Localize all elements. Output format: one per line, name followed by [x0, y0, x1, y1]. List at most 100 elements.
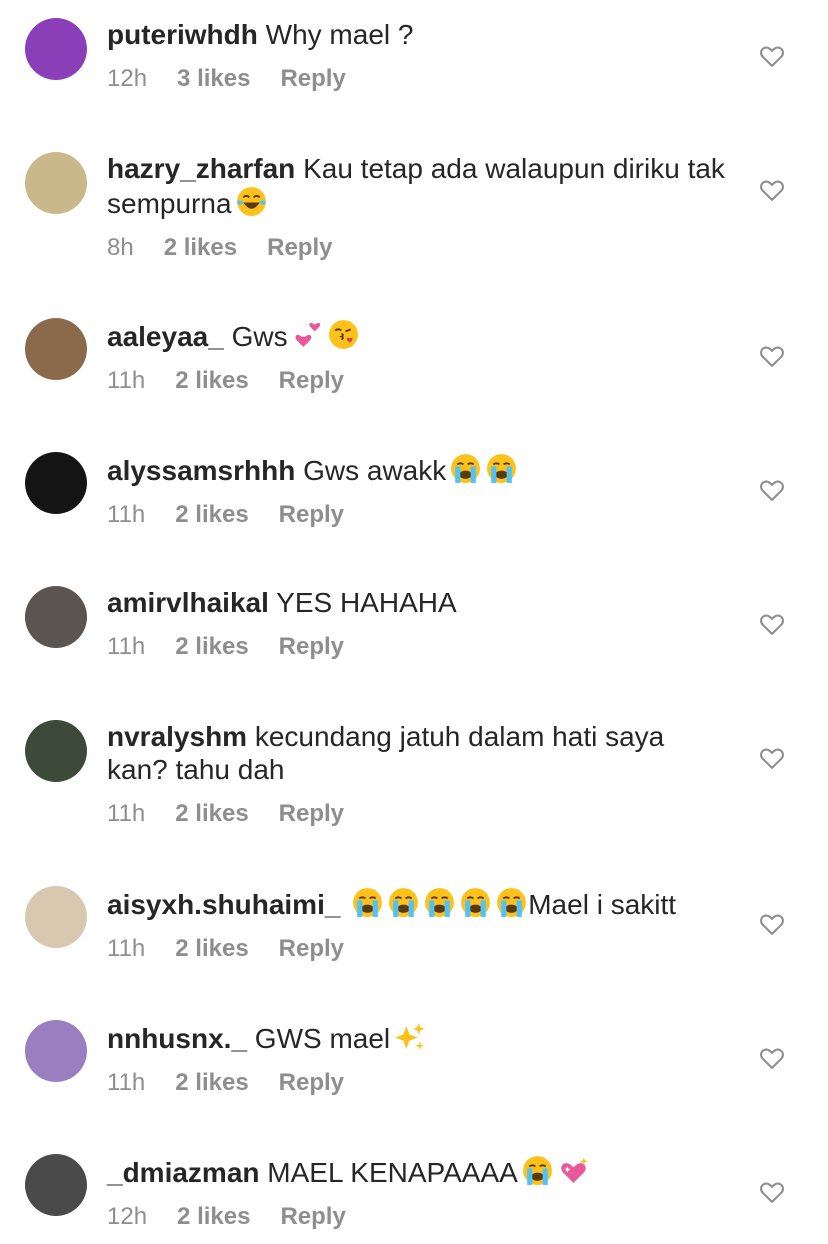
- comment-meta: 11h 2 likes Reply: [107, 800, 727, 828]
- avatar[interactable]: [25, 152, 87, 214]
- comment-username[interactable]: amirvlhaikal: [107, 587, 269, 618]
- comment-text: YES HAHAHA: [276, 587, 457, 618]
- comment-meta: 12h 3 likes Reply: [107, 65, 727, 93]
- comment-meta: 11h 2 likes Reply: [107, 633, 727, 661]
- reply-button[interactable]: Reply: [280, 65, 345, 93]
- comment-text: Why mael ?: [265, 19, 414, 50]
- crying-emoji: [451, 454, 481, 483]
- comment-text: Mael i sakitt: [528, 889, 677, 920]
- comment-text-line: nvralyshm kecundang jatuh dalam hati say…: [107, 720, 727, 786]
- comment-body: _dmiazman MAEL KENAPAAAA 12h 2 likes Reply: [107, 1154, 727, 1231]
- comment-likes-link[interactable]: 2 likes: [175, 800, 248, 828]
- crying-emoji: [425, 888, 455, 917]
- comment-text-line: puteriwhdh Why mael ?: [107, 18, 727, 51]
- comment-text: MAEL KENAPAAAA: [267, 1157, 518, 1188]
- comment-username[interactable]: aaleyaa_: [107, 321, 224, 352]
- comment-text: Gws awakk: [303, 455, 447, 486]
- reply-button[interactable]: Reply: [267, 234, 332, 262]
- avatar[interactable]: [25, 586, 87, 648]
- reply-button[interactable]: Reply: [279, 800, 344, 828]
- comment-username[interactable]: puteriwhdh: [107, 19, 258, 50]
- comment-likes-link[interactable]: 2 likes: [175, 367, 248, 395]
- comment-likes-link[interactable]: 2 likes: [175, 501, 248, 529]
- sparkling-heart-emoji: [561, 1157, 588, 1183]
- crying-emoji: [353, 888, 383, 917]
- comment-likes-link[interactable]: 2 likes: [175, 1069, 248, 1097]
- crying-emoji: [522, 1156, 552, 1185]
- comment-body: nnhusnx._ GWS mael 11h 2 likes Reply: [107, 1020, 727, 1097]
- like-heart-icon[interactable]: [758, 910, 786, 938]
- like-heart-icon[interactable]: [758, 610, 786, 638]
- comment-text-line: nnhusnx._ GWS mael: [107, 1020, 727, 1055]
- comment-text: Gws: [231, 321, 288, 352]
- comment-meta: 11h 2 likes Reply: [107, 1069, 727, 1097]
- avatar[interactable]: [25, 318, 87, 380]
- like-heart-icon[interactable]: [758, 744, 786, 772]
- avatar[interactable]: [25, 18, 87, 80]
- comment-likes-link[interactable]: 2 likes: [175, 633, 248, 661]
- comment-time: 12h: [107, 1203, 148, 1230]
- reply-button[interactable]: Reply: [280, 1203, 345, 1231]
- comment-text-line: aisyxh.shuhaimi_ Mael i sakitt: [107, 886, 727, 921]
- comment-meta: 11h 2 likes Reply: [107, 367, 727, 395]
- comment-text-line: hazry_zharfan Kau tetap ada walaupun dir…: [107, 152, 727, 220]
- comment-body: nvralyshm kecundang jatuh dalam hati say…: [107, 720, 727, 828]
- comment-body: puteriwhdh Why mael ? 12h 3 likes Reply: [107, 18, 727, 93]
- reply-button[interactable]: Reply: [279, 1069, 344, 1097]
- comment-text-line: _dmiazman MAEL KENAPAAAA: [107, 1154, 727, 1189]
- comment-body: alyssamsrhhh Gws awakk 11h 2 likes Reply: [107, 452, 727, 529]
- comment-likes-link[interactable]: 2 likes: [177, 1203, 250, 1231]
- comment-text: GWS mael: [254, 1023, 391, 1054]
- comment-meta: 11h 2 likes Reply: [107, 935, 727, 963]
- reply-button[interactable]: Reply: [279, 367, 344, 395]
- comment-likes-link[interactable]: 2 likes: [175, 935, 248, 963]
- kiss-emoji: [328, 320, 358, 349]
- avatar[interactable]: [25, 1020, 87, 1082]
- comment-time: 12h: [107, 65, 148, 92]
- comment-likes-link[interactable]: 3 likes: [177, 65, 250, 93]
- like-heart-icon[interactable]: [758, 342, 786, 370]
- like-heart-icon[interactable]: [758, 476, 786, 504]
- comment-time: 11h: [107, 633, 146, 660]
- comment-username[interactable]: aisyxh.shuhaimi_: [107, 889, 340, 920]
- sparkles-emoji: [395, 1023, 425, 1050]
- comment-body: aaleyaa_ Gws 11h 2 likes Reply: [107, 318, 727, 395]
- crying-emoji: [389, 888, 419, 917]
- comment-time: 11h: [107, 1069, 146, 1096]
- comment-username[interactable]: alyssamsrhhh: [107, 455, 295, 486]
- avatar[interactable]: [25, 452, 87, 514]
- comment-text-line: amirvlhaikal YES HAHAHA: [107, 586, 727, 619]
- crying-emoji: [487, 454, 517, 483]
- like-heart-icon[interactable]: [758, 1044, 786, 1072]
- avatar[interactable]: [25, 720, 87, 782]
- comment-meta: 11h 2 likes Reply: [107, 501, 727, 529]
- comment-time: 8h: [107, 234, 134, 261]
- reply-button[interactable]: Reply: [279, 633, 344, 661]
- comment-username[interactable]: nnhusnx._: [107, 1023, 247, 1054]
- like-heart-icon[interactable]: [758, 1178, 786, 1206]
- comment-time: 11h: [107, 935, 146, 962]
- comment-username[interactable]: hazry_zharfan: [107, 153, 295, 184]
- comment-time: 11h: [107, 367, 146, 394]
- crying-emoji: [497, 888, 527, 917]
- comment-body: aisyxh.shuhaimi_ Mael i sakitt 11h 2 likes…: [107, 886, 727, 963]
- comment-body: hazry_zharfan Kau tetap ada walaupun dir…: [107, 152, 727, 262]
- like-heart-icon[interactable]: [758, 42, 786, 70]
- comment-username[interactable]: _dmiazman: [107, 1157, 260, 1188]
- crying-emoji: [461, 888, 491, 917]
- reply-button[interactable]: Reply: [279, 501, 344, 529]
- comment-time: 11h: [107, 501, 146, 528]
- avatar[interactable]: [25, 1154, 87, 1216]
- comment-text-line: aaleyaa_ Gws: [107, 318, 727, 353]
- laughing-emoji: [236, 187, 266, 216]
- comment-body: amirvlhaikal YES HAHAHA 11h 2 likes Reply: [107, 586, 727, 661]
- two-hearts-emoji: [295, 322, 320, 347]
- comment-username[interactable]: nvralyshm: [107, 721, 247, 752]
- like-heart-icon[interactable]: [758, 176, 786, 204]
- avatar[interactable]: [25, 886, 87, 948]
- comment-time: 11h: [107, 800, 146, 827]
- comment-likes-link[interactable]: 2 likes: [164, 234, 237, 262]
- comment-meta: 12h 2 likes Reply: [107, 1203, 727, 1231]
- reply-button[interactable]: Reply: [279, 935, 344, 963]
- comment-text-line: alyssamsrhhh Gws awakk: [107, 452, 727, 487]
